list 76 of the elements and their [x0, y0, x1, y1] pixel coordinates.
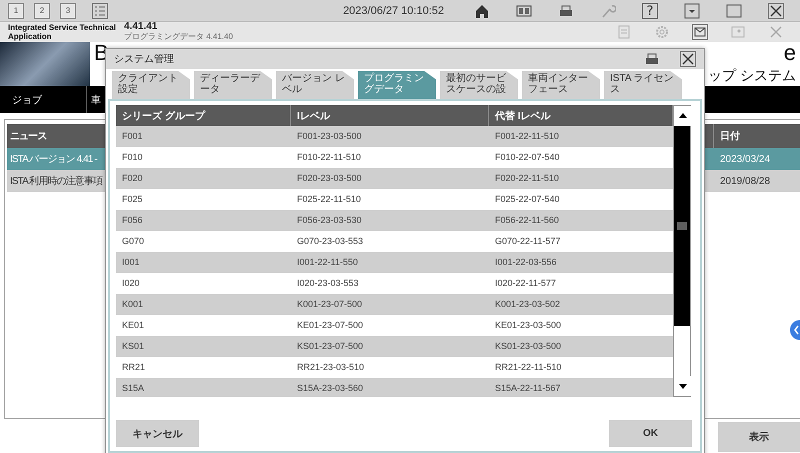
table-cell-text: F010-22-11-510 — [296, 151, 362, 164]
minimize-icon[interactable] — [684, 2, 700, 18]
table-cell-text: KE01 — [121, 319, 146, 332]
table-cell-text: F001-22-11-510 — [494, 130, 560, 143]
nav-tab[interactable]: ジョブ — [0, 86, 87, 113]
ok-button[interactable]: OK — [609, 420, 692, 447]
tab[interactable]: クライアント設定 — [112, 71, 190, 99]
table-cell-text: F025 — [121, 193, 144, 206]
show-button[interactable]: 表示 — [718, 422, 800, 452]
table-cell-text: K001-23-07-500 — [296, 298, 364, 311]
table-cell-text: I001 — [121, 256, 141, 269]
table-cell-text: F056-22-11-560 — [494, 214, 560, 227]
title-fragment: e — [784, 42, 796, 64]
grip-icon — [677, 222, 687, 230]
table-cell-text: S15A-22-11-567 — [494, 382, 562, 395]
table-cell-text: RR21 — [121, 361, 146, 374]
cancel-button[interactable]: キャンセル — [116, 420, 199, 447]
table-cell-text: F001-23-03-500 — [296, 130, 363, 143]
table-cell-text: RR21-22-11-510 — [494, 361, 562, 374]
table-cell-text: KE01-23-03-500 — [494, 319, 562, 332]
table-cell-text: F020-22-11-510 — [494, 172, 560, 185]
table-cell-text: F056-23-03-530 — [296, 214, 363, 227]
table-cell-text: S15A-23-03-560 — [296, 382, 364, 395]
table-cell-text: KS01-23-03-500 — [494, 340, 562, 353]
table-cell-text: RR21-23-03-510 — [296, 361, 366, 374]
table-cell-text: KE01-23-07-500 — [296, 319, 364, 332]
table-cell-text: F056 — [121, 214, 144, 227]
mail-icon[interactable] — [692, 24, 708, 40]
date-time: 2023/06/27 10:10:52 — [343, 4, 444, 16]
table-cell-text: K001-23-03-502 — [494, 298, 562, 311]
printer-icon[interactable] — [644, 51, 660, 67]
chevron-icon[interactable] — [790, 320, 800, 340]
table-cell-text: F010-22-07-540 — [494, 151, 561, 164]
table-cell-text: F001 — [121, 130, 144, 143]
subtitle: ップ システム — [708, 66, 796, 85]
dialog-title: システム管理 — [114, 53, 174, 66]
column-header: ニュース — [10, 130, 46, 143]
table-cell-text: S15A — [121, 382, 146, 395]
workspace-button[interactable]: 2 — [34, 2, 50, 18]
display-icon[interactable] — [516, 2, 532, 18]
tab[interactable]: バージョン レベル — [276, 71, 354, 99]
table-cell-text: G070 — [121, 235, 146, 248]
list-icon[interactable] — [92, 2, 108, 18]
close-icon[interactable] — [768, 2, 784, 18]
workspace-button[interactable]: 1 — [8, 2, 24, 18]
table-cell-text: F020 — [121, 172, 144, 185]
home-icon[interactable] — [474, 2, 490, 18]
table-cell-text: F020-23-03-500 — [296, 172, 363, 185]
data-version: プログラミングデータ 4.41.40 — [124, 32, 233, 42]
table-cell-text: F025-22-07-540 — [494, 193, 561, 206]
table-cell-text: I020-23-03-553 — [296, 277, 360, 290]
tab[interactable]: 最初のサービスケースの設 — [440, 71, 518, 99]
application-name: Integrated Service Technical Application — [8, 23, 117, 41]
tab[interactable]: 車両インターフェース — [522, 71, 600, 99]
close-icon[interactable] — [680, 51, 696, 67]
version-number: 4.41.41 — [124, 22, 158, 32]
table-cell-text: F025-22-11-510 — [296, 193, 362, 206]
table-cell-text: I020 — [121, 277, 141, 290]
table-cell-text: KS01-23-07-500 — [296, 340, 364, 353]
help-button[interactable]: ? — [642, 2, 658, 18]
column-header: 日付 — [720, 130, 740, 143]
scroll-thumb[interactable] — [674, 126, 690, 326]
window-icon[interactable] — [726, 2, 742, 18]
tab[interactable]: ディーラーデータ — [194, 71, 272, 99]
table-cell-text: G070-23-03-553 — [296, 235, 364, 248]
table-cell-text: I001-22-11-550 — [296, 256, 359, 269]
table-cell-text: K001 — [121, 298, 144, 311]
scrollbar[interactable] — [673, 105, 691, 397]
workspace-button[interactable]: 3 — [60, 2, 76, 18]
table-cell-text: I001-22-03-556 — [494, 256, 558, 269]
table-cell-text: F010 — [121, 151, 144, 164]
table-cell-text: I020-22-11-577 — [494, 277, 557, 290]
table-cell-text: KS01 — [121, 340, 146, 353]
printer-icon[interactable] — [558, 2, 574, 18]
tab[interactable]: ISTA ライセンス — [604, 71, 682, 99]
table-cell-text: G070-22-11-577 — [494, 235, 562, 248]
